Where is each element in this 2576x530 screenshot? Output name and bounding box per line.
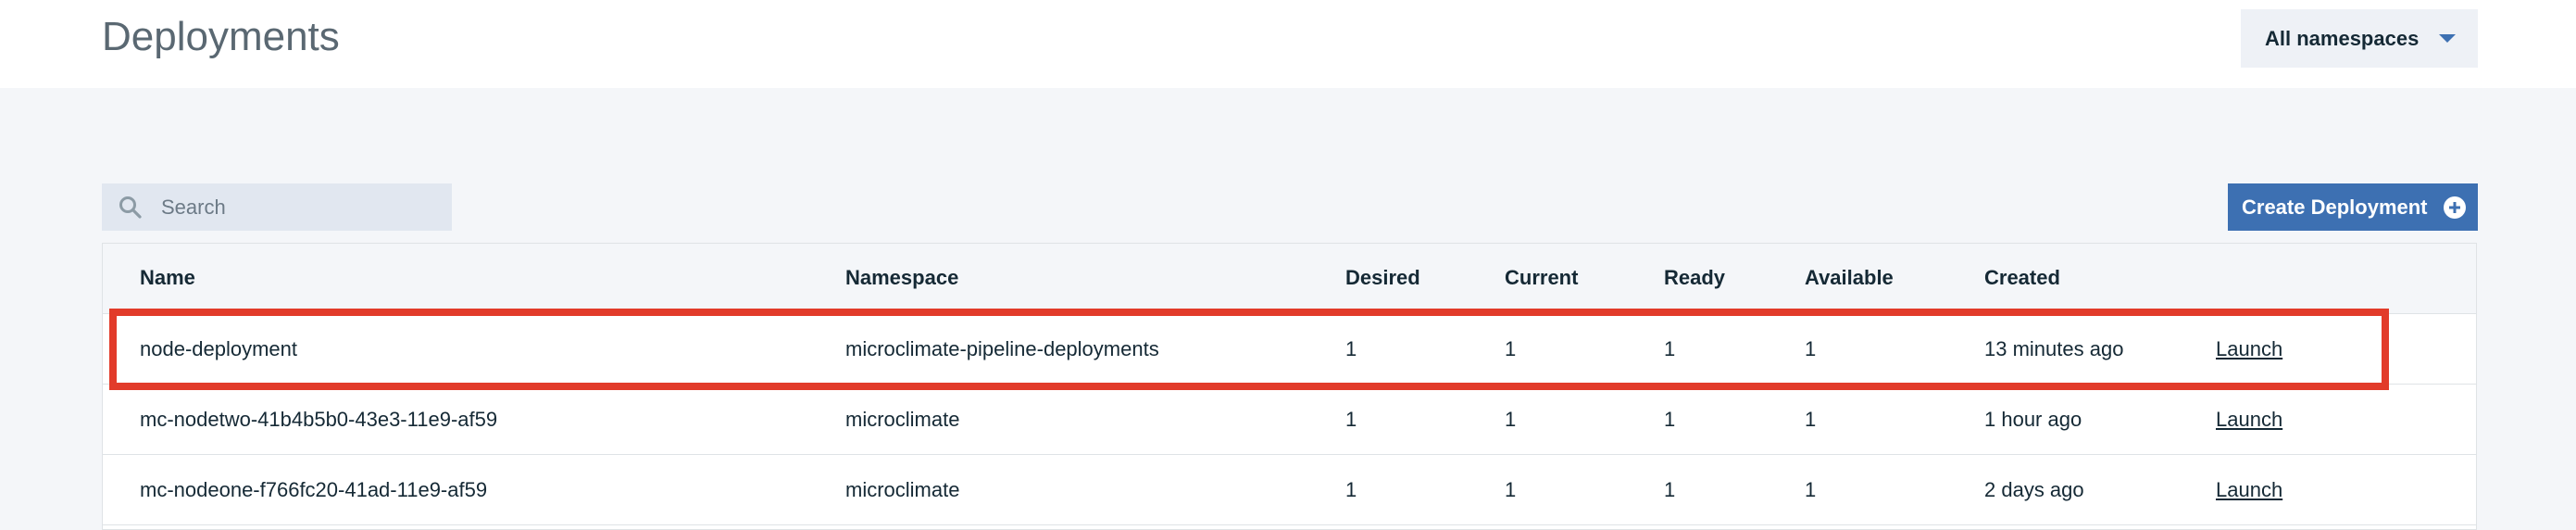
table-row[interactable]: node-deployment microclimate-pipeline-de… [103,314,2476,385]
cell-namespace: microclimate [845,408,960,431]
table-row[interactable]: mc-nodetwo-41b4b5b0-43e3-11e9-af59 micro… [103,385,2476,455]
cell-namespace: microclimate-pipeline-deployments [845,337,1159,360]
cell-created: 1 hour ago [1984,408,2082,431]
cell-created: 2 days ago [1984,478,2084,501]
table-row[interactable]: mc-nodeone-f766fc20-41ad-11e9-af59 micro… [103,455,2476,525]
cell-created: 13 minutes ago [1984,337,2124,360]
search-icon [119,196,142,219]
cell-ready: 1 [1664,337,1676,360]
cell-name: mc-nodeone-f766fc20-41ad-11e9-af59 [140,478,488,501]
deployments-table: Name Namespace Desired Current Ready Ava… [102,243,2477,530]
create-deployment-label: Create Deployment [2242,195,2428,219]
cell-ready: 1 [1664,408,1676,431]
create-deployment-button[interactable]: Create Deployment [2228,183,2478,231]
cell-ready: 1 [1664,478,1676,501]
launch-link[interactable]: Launch [2216,337,2282,361]
column-header-namespace[interactable]: Namespace [845,266,958,290]
add-circle-icon [2444,196,2466,219]
cell-current: 1 [1505,408,1517,431]
cell-current: 1 [1505,337,1517,360]
search-input[interactable] [161,183,439,231]
cell-desired: 1 [1345,478,1357,501]
cell-name: node-deployment [140,337,298,360]
column-header-created[interactable]: Created [1984,266,2060,290]
cell-available: 1 [1805,478,1817,501]
cell-current: 1 [1505,478,1517,501]
cell-desired: 1 [1345,408,1357,431]
caret-down-icon [2439,34,2456,43]
launch-link[interactable]: Launch [2216,478,2282,502]
cell-available: 1 [1805,337,1817,360]
page-header: Deployments All namespaces [0,0,2576,88]
column-header-desired[interactable]: Desired [1345,266,1420,290]
search-box[interactable] [102,183,452,231]
column-header-current[interactable]: Current [1505,266,1578,290]
table-header: Name Namespace Desired Current Ready Ava… [103,244,2476,314]
cell-available: 1 [1805,408,1817,431]
column-header-ready[interactable]: Ready [1664,266,1725,290]
cell-desired: 1 [1345,337,1357,360]
cell-namespace: microclimate [845,478,960,501]
launch-link[interactable]: Launch [2216,408,2282,432]
column-header-available[interactable]: Available [1805,266,1894,290]
namespace-dropdown-label: All namespaces [2265,26,2420,50]
page-title: Deployments [102,14,340,59]
namespace-dropdown[interactable]: All namespaces [2241,9,2478,68]
column-header-name[interactable]: Name [140,266,195,290]
cell-name: mc-nodetwo-41b4b5b0-43e3-11e9-af59 [140,408,498,431]
